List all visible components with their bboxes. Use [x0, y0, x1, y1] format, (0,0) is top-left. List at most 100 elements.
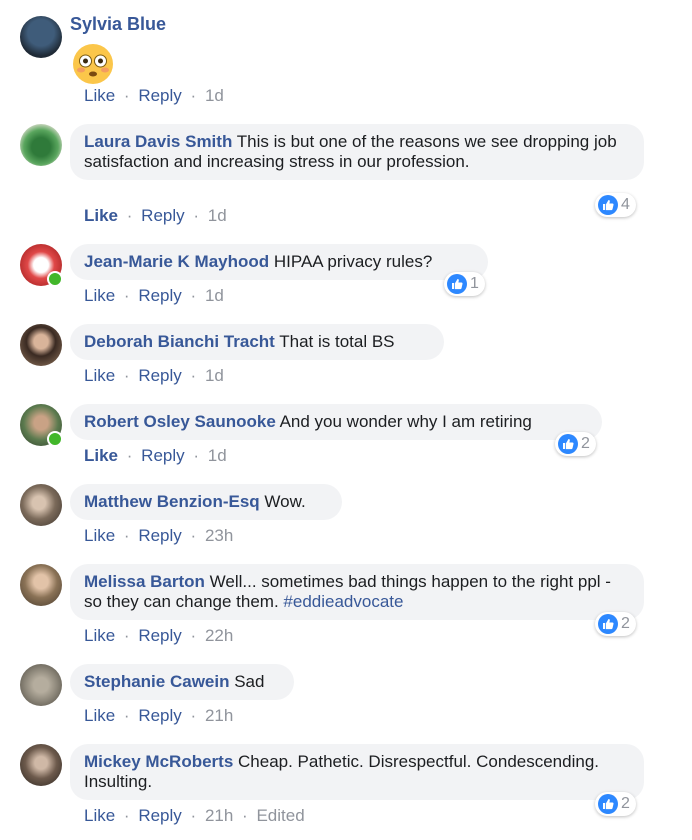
comment-actions: Like · Reply · 23h [84, 526, 233, 546]
separator: · [193, 446, 200, 465]
like-link[interactable]: Like [84, 86, 115, 105]
comment-text: HIPAA privacy rules? [273, 252, 433, 271]
like-reaction-icon [558, 434, 578, 454]
comment-bubble: Mickey McRoberts Cheap. Pathetic. Disres… [70, 744, 644, 800]
comment-bubble: Laura Davis Smith This is but one of the… [70, 124, 644, 180]
like-link[interactable]: Like [84, 706, 115, 725]
timestamp[interactable]: 1d [205, 286, 224, 305]
reaction-count-text: 2 [621, 615, 630, 632]
comment-bubble: Matthew Benzion-Esq Wow. [70, 484, 342, 520]
like-reaction-icon [447, 274, 467, 294]
like-link[interactable]: Like [84, 526, 115, 545]
separator: · [123, 286, 130, 305]
reply-link[interactable]: Reply [138, 286, 181, 305]
reply-link[interactable]: Reply [138, 706, 181, 725]
comment-actions: Like · Reply · 1d [84, 366, 224, 386]
comment-text: Sad [234, 672, 265, 691]
separator: · [123, 806, 130, 825]
comment-bubble: Stephanie Cawein Sad [70, 664, 294, 700]
comment-actions: Like · Reply · 1d [84, 206, 227, 226]
comment-bubble: Jean-Marie K Mayhood HIPAA privacy rules… [70, 244, 488, 280]
separator: · [193, 206, 200, 225]
avatar[interactable] [20, 124, 62, 166]
comment-actions: Like · Reply · 1d [84, 86, 224, 106]
comment-actions: Like · Reply · 21h · Edited [84, 806, 305, 826]
timestamp[interactable]: 1d [208, 206, 227, 225]
like-link[interactable]: Like [84, 446, 118, 465]
commenter-name[interactable]: Sylvia Blue [70, 14, 166, 35]
separator: · [123, 626, 130, 645]
reaction-count-text: 2 [581, 435, 590, 452]
comment-text: And you wonder why I am retiring [279, 412, 532, 431]
commenter-name[interactable]: Melissa Barton [84, 572, 205, 591]
comment-actions: Like · Reply · 22h [84, 626, 233, 646]
separator: · [242, 806, 248, 825]
separator: · [123, 86, 130, 105]
separator: · [190, 86, 197, 105]
separator: · [126, 206, 133, 225]
timestamp[interactable]: 1d [205, 366, 224, 385]
avatar[interactable] [20, 664, 62, 706]
avatar[interactable] [20, 564, 62, 606]
comment-actions: Like · Reply · 1d [84, 286, 224, 306]
avatar[interactable] [20, 16, 62, 58]
like-link[interactable]: Like [84, 366, 115, 385]
online-status-indicator [47, 431, 63, 447]
separator: · [190, 626, 197, 645]
reaction-count-text: 1 [470, 275, 479, 292]
reply-link[interactable]: Reply [141, 446, 184, 465]
timestamp[interactable]: 21h [205, 806, 233, 825]
reaction-count-text: 2 [621, 795, 630, 812]
separator: · [123, 526, 130, 545]
separator: · [190, 366, 197, 385]
like-reaction-icon [598, 794, 618, 814]
like-reaction-icon [598, 195, 618, 215]
separator: · [126, 446, 133, 465]
timestamp[interactable]: 1d [205, 86, 224, 105]
hashtag-link[interactable]: #eddieadvocate [283, 592, 403, 611]
commenter-name[interactable]: Matthew Benzion-Esq [84, 492, 260, 511]
commenter-name[interactable]: Robert Osley Saunooke [84, 412, 276, 431]
comment-bubble: Deborah Bianchi Tracht That is total BS [70, 324, 444, 360]
comment-text: That is total BS [279, 332, 395, 351]
separator: · [190, 706, 197, 725]
separator: · [190, 526, 197, 545]
comment-actions: Like · Reply · 21h [84, 706, 233, 726]
separator: · [123, 366, 130, 385]
reaction-count[interactable]: 2 [555, 432, 596, 456]
comment-bubble: Robert Osley Saunooke And you wonder why… [70, 404, 602, 440]
timestamp[interactable]: 23h [205, 526, 233, 545]
timestamp[interactable]: 22h [205, 626, 233, 645]
reply-link[interactable]: Reply [141, 206, 184, 225]
edited-label: Edited [256, 806, 305, 825]
reaction-count[interactable]: 2 [595, 792, 636, 816]
like-link[interactable]: Like [84, 806, 115, 825]
avatar[interactable] [20, 324, 62, 366]
commenter-name[interactable]: Stephanie Cawein [84, 672, 229, 691]
reply-link[interactable]: Reply [138, 626, 181, 645]
reply-link[interactable]: Reply [138, 806, 181, 825]
reply-link[interactable]: Reply [138, 526, 181, 545]
reply-link[interactable]: Reply [138, 366, 181, 385]
reaction-count-text: 4 [621, 196, 630, 213]
flushed-face-emoji-icon [72, 43, 114, 90]
reaction-count[interactable]: 4 [595, 193, 636, 217]
commenter-name[interactable]: Mickey McRoberts [84, 752, 233, 771]
commenter-name[interactable]: Laura Davis Smith [84, 132, 232, 151]
avatar[interactable] [20, 744, 62, 786]
reply-link[interactable]: Reply [138, 86, 181, 105]
timestamp[interactable]: 21h [205, 706, 233, 725]
timestamp[interactable]: 1d [208, 446, 227, 465]
avatar[interactable] [20, 404, 63, 447]
avatar[interactable] [20, 484, 62, 526]
reaction-count[interactable]: 1 [444, 272, 485, 296]
like-link[interactable]: Like [84, 626, 115, 645]
avatar[interactable] [20, 244, 63, 287]
commenter-name[interactable]: Jean-Marie K Mayhood [84, 252, 269, 271]
separator: · [190, 806, 197, 825]
reaction-count[interactable]: 2 [595, 612, 636, 636]
like-link[interactable]: Like [84, 206, 118, 225]
comment-text: Wow. [264, 492, 306, 511]
like-link[interactable]: Like [84, 286, 115, 305]
commenter-name[interactable]: Deborah Bianchi Tracht [84, 332, 275, 351]
